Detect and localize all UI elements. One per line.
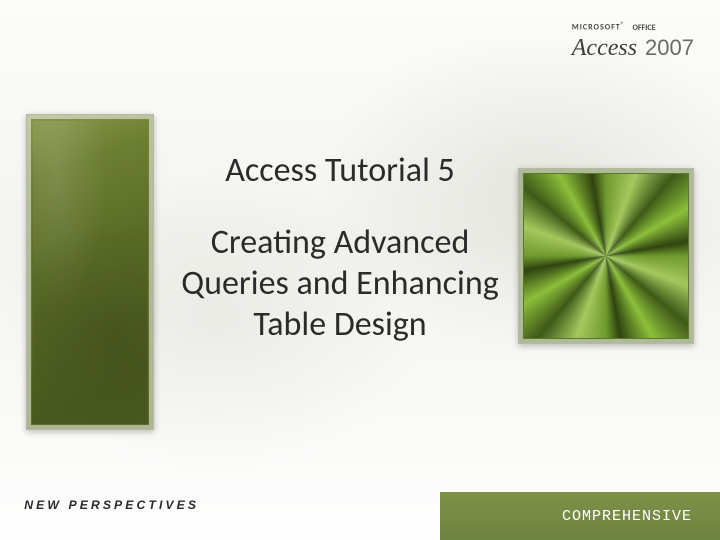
edition-label: COMPREHENSIVE [562, 508, 692, 525]
office-label: OFFICE [632, 24, 655, 32]
brand-product-line: Access 2007 [572, 36, 694, 60]
edition-bar: COMPREHENSIVE [440, 492, 720, 540]
registered-symbol: ® [621, 20, 625, 28]
slide-subheading: Creating Advanced Queries and Enhancing … [160, 223, 520, 345]
kaleidoscope-pattern [524, 174, 688, 338]
slide-title-block: Access Tutorial 5 Creating Advanced Quer… [160, 150, 520, 345]
slide-heading: Access Tutorial 5 [160, 150, 520, 191]
product-name: Access [572, 36, 637, 60]
decorative-left-panel [26, 114, 154, 430]
brand-top-line: MICROSOFT® OFFICE [572, 18, 694, 34]
series-wordmark: NEW PERSPECTIVES [24, 498, 199, 512]
decorative-right-panel [518, 168, 694, 344]
product-year: 2007 [645, 37, 694, 59]
product-brand-block: MICROSOFT® OFFICE Access 2007 [572, 18, 694, 60]
microsoft-label: MICROSOFT® [572, 21, 625, 32]
